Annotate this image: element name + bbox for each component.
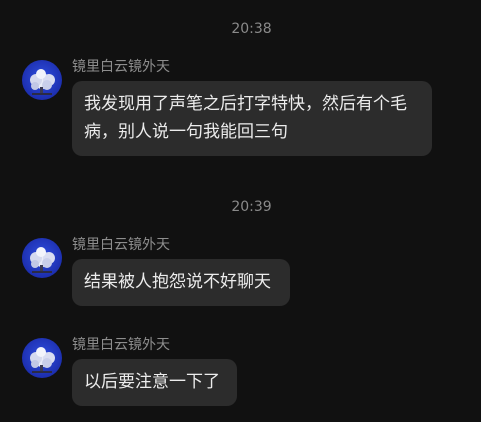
message-bubble[interactable]: 以后要注意一下了: [72, 359, 237, 406]
sender-name: 镜里白云镜外天: [72, 237, 170, 253]
chat-window: 20:38 镜里白云镜外天 我发现用了声笔之后打字特快，然后有个毛病，别人说一句…: [0, 0, 481, 422]
avatar[interactable]: [22, 338, 62, 378]
timestamp: 20:39: [231, 199, 272, 215]
avatar[interactable]: [22, 60, 62, 100]
sender-name: 镜里白云镜外天: [72, 59, 170, 75]
message-bubble[interactable]: 结果被人抱怨说不好聊天: [72, 259, 290, 306]
avatar-image: [22, 338, 62, 378]
avatar-image: [22, 238, 62, 278]
avatar[interactable]: [22, 238, 62, 278]
avatar-image: [22, 60, 62, 100]
timestamp: 20:38: [231, 21, 272, 37]
message-bubble[interactable]: 我发现用了声笔之后打字特快，然后有个毛病，别人说一句我能回三句: [72, 81, 432, 156]
sender-name: 镜里白云镜外天: [72, 337, 170, 353]
